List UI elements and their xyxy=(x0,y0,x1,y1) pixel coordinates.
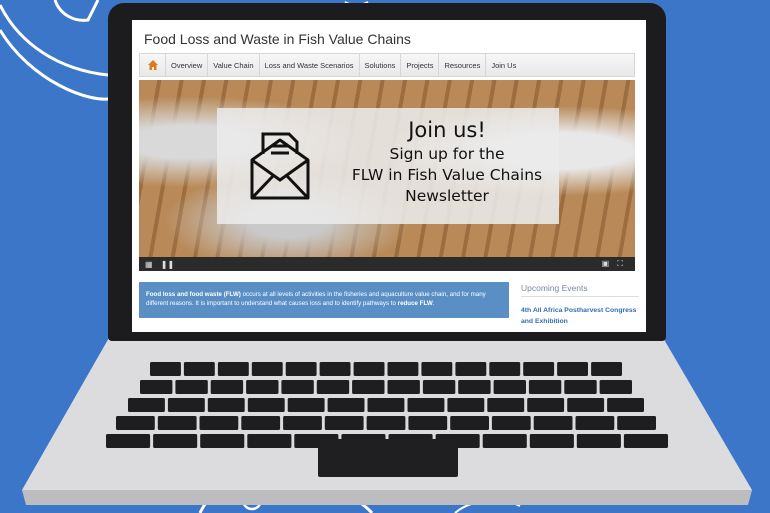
events-divider xyxy=(521,296,639,297)
keyboard-key[interactable] xyxy=(210,380,244,394)
keyboard-key[interactable] xyxy=(283,416,322,430)
keyboard-key[interactable] xyxy=(167,398,205,412)
keyboard-key[interactable] xyxy=(207,398,245,412)
hero-line-newsletter: Newsletter xyxy=(405,187,489,205)
keyboard-key[interactable] xyxy=(128,398,165,412)
keyboard-key[interactable] xyxy=(106,434,151,448)
keyboard-key[interactable] xyxy=(607,398,644,412)
main-nav: Overview Value Chain Loss and Waste Scen… xyxy=(139,53,635,77)
keyboard-key[interactable] xyxy=(246,380,279,394)
fullscreen-icon[interactable]: ⛶ xyxy=(617,259,623,269)
keyboard-key[interactable] xyxy=(533,416,573,430)
nav-item-value-chain[interactable]: Value Chain xyxy=(208,54,260,76)
keyboard-key[interactable] xyxy=(319,362,351,376)
keyboard-key[interactable] xyxy=(116,416,155,430)
intro-bold-flw: Food loss and food waste (FLW) xyxy=(146,291,241,298)
keyboard-key[interactable] xyxy=(324,416,364,430)
keyboard-key[interactable] xyxy=(493,380,526,394)
keyboard-key[interactable] xyxy=(576,434,621,448)
keyboard-key[interactable] xyxy=(353,362,385,376)
keyboard-key[interactable] xyxy=(567,398,605,412)
nav-item-projects[interactable]: Projects xyxy=(401,54,440,76)
keyboard-key[interactable] xyxy=(352,380,385,394)
keyboard-key[interactable] xyxy=(241,416,281,430)
keyboard-key[interactable] xyxy=(523,362,555,376)
keyboard-key[interactable] xyxy=(387,362,419,376)
keyboard-key[interactable] xyxy=(366,416,406,430)
keyboard-key[interactable] xyxy=(175,380,208,394)
keyboard-key[interactable] xyxy=(200,434,245,448)
keyboard-key[interactable] xyxy=(150,362,181,376)
keyboard-key[interactable] xyxy=(183,362,215,376)
event-link-africa-postharvest[interactable]: 4th All Africa Postharvest Congress and … xyxy=(521,305,639,327)
keyboard-key[interactable] xyxy=(455,362,487,376)
home-icon[interactable] xyxy=(140,54,166,76)
keyboard-key[interactable] xyxy=(199,416,239,430)
keyboard-key[interactable] xyxy=(367,398,405,412)
hero-line-signup: Sign up for the xyxy=(389,145,505,163)
keyboard-key[interactable] xyxy=(157,416,197,430)
keyboard-key[interactable] xyxy=(287,398,325,412)
keyboard-key[interactable] xyxy=(528,380,562,394)
keyboard-key[interactable] xyxy=(251,362,283,376)
keyboard-key[interactable] xyxy=(422,380,456,394)
keyboard-key[interactable] xyxy=(557,362,588,376)
keyboard-key[interactable] xyxy=(447,398,485,412)
keyboard-key[interactable] xyxy=(285,362,317,376)
keyboard-key[interactable] xyxy=(527,398,565,412)
upcoming-events-title: Upcoming Events xyxy=(521,283,588,293)
site-title[interactable]: Food Loss and Waste in Fish Value Chains xyxy=(144,31,411,47)
nav-item-resources[interactable]: Resources xyxy=(439,54,487,76)
keyboard-key[interactable] xyxy=(529,434,574,448)
keyboard-key[interactable] xyxy=(617,416,656,430)
intro-box: Food loss and food waste (FLW) occurs at… xyxy=(139,282,509,318)
envelope-newsletter-icon xyxy=(250,132,310,200)
keyboard-key[interactable] xyxy=(564,380,597,394)
hero-line-flw: FLW in Fish Value Chains xyxy=(351,166,543,184)
nav-item-join-us[interactable]: Join Us xyxy=(486,54,521,76)
keyboard-key[interactable] xyxy=(407,398,445,412)
keyboard-key[interactable] xyxy=(599,380,632,394)
intro-text-end: . xyxy=(432,300,435,307)
keyboard-key[interactable] xyxy=(591,362,622,376)
browser-screen: Food Loss and Waste in Fish Value Chains… xyxy=(132,20,646,332)
keyboard-key[interactable] xyxy=(153,434,198,448)
keyboard-key[interactable] xyxy=(281,380,314,394)
intro-bold-reduce: reduce FLW xyxy=(397,300,433,307)
newsletter-signup-card[interactable]: Join us! Sign up for the FLW in Fish Val… xyxy=(217,108,559,224)
keyboard-key[interactable] xyxy=(450,416,489,430)
keyboard-key[interactable] xyxy=(408,416,448,430)
keyboard-key[interactable] xyxy=(575,416,615,430)
slideshow-controls: ▦ ❚❚ ▣ ⛶ xyxy=(139,257,635,271)
keyboard-key[interactable] xyxy=(421,362,453,376)
nav-item-overview[interactable]: Overview xyxy=(166,54,209,76)
nav-item-loss-waste-scenarios[interactable]: Loss and Waste Scenarios xyxy=(260,54,360,76)
laptop-front-edge xyxy=(22,490,752,505)
keyboard-key[interactable] xyxy=(387,380,420,394)
keyboard-key[interactable] xyxy=(247,434,292,448)
keyboard-key[interactable] xyxy=(316,380,350,394)
touchpad[interactable] xyxy=(318,439,458,477)
pause-icon[interactable]: ❚❚ xyxy=(161,260,174,269)
hero-slideshow[interactable]: Join us! Sign up for the FLW in Fish Val… xyxy=(139,80,635,257)
keyboard-key[interactable] xyxy=(487,398,525,412)
keyboard-key[interactable] xyxy=(482,434,527,448)
hero-line-join: Join us! xyxy=(408,118,486,142)
hero-text: Join us! Sign up for the FLW in Fish Val… xyxy=(347,116,547,207)
keyboard-key[interactable] xyxy=(140,380,173,394)
keyboard-key[interactable] xyxy=(327,398,365,412)
nav-item-solutions[interactable]: Solutions xyxy=(360,54,402,76)
keyboard-key[interactable] xyxy=(491,416,531,430)
keyboard-key[interactable] xyxy=(217,362,249,376)
keyboard-key[interactable] xyxy=(458,380,491,394)
keyboard-key[interactable] xyxy=(623,434,668,448)
keyboard-key[interactable] xyxy=(247,398,285,412)
grid-icon[interactable]: ▦ xyxy=(145,260,153,269)
pip-icon[interactable]: ▣ xyxy=(602,259,610,268)
keyboard-key[interactable] xyxy=(489,362,521,376)
